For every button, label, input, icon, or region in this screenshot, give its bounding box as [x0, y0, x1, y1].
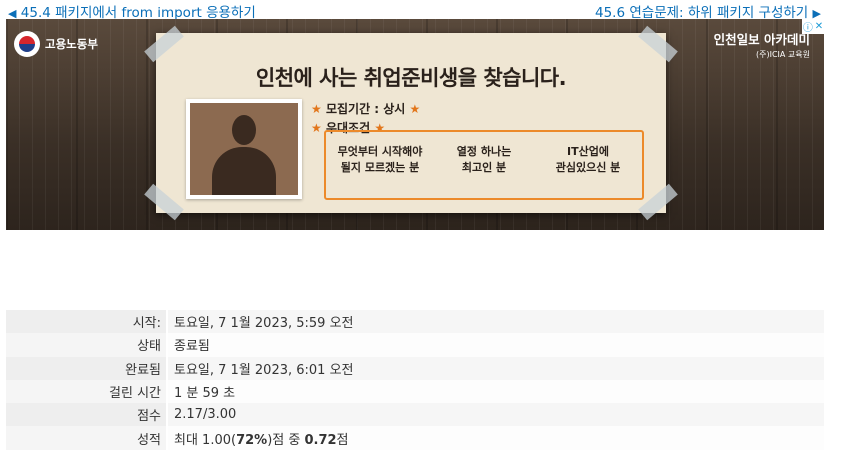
- grade-suffix: 점: [336, 432, 349, 448]
- summary-value: 토요일, 7 1월 2023, 5:59 오전: [167, 310, 824, 334]
- academy-name: 인천일보 아카데미: [713, 32, 810, 47]
- ad-headline: 인천에 사는 취업준비생을 찾습니다.: [255, 66, 567, 90]
- preference-line: 열정 하나는: [456, 145, 512, 158]
- summary-row-started: 시작: 토요일, 7 1월 2023, 5:59 오전: [6, 310, 824, 334]
- prev-chapter-link[interactable]: ◀ 45.4 패키지에서 from import 응용하기: [8, 1, 256, 21]
- silhouette-head: [232, 115, 256, 145]
- summary-label: 성적: [6, 426, 168, 450]
- summary-label: 완료됨: [6, 356, 168, 380]
- info-icon[interactable]: ⓘ: [803, 19, 813, 34]
- government-emblem-icon: [14, 31, 40, 57]
- summary-label: 상태: [6, 333, 168, 357]
- ministry-name: 고용노동부: [45, 37, 98, 51]
- grade-score: 0.72: [304, 432, 337, 448]
- summary-row-completed: 완료됨 토요일, 7 1월 2023, 6:01 오전: [6, 356, 824, 380]
- preference-line: 될지 모르겠는 분: [340, 161, 420, 174]
- preference-item: 열정 하나는 최고인 분: [434, 144, 534, 176]
- preference-line: 관심있으신 분: [555, 161, 621, 174]
- notice-paper: 인천에 사는 취업준비생을 찾습니다. ★ 모집기간 : 상시 ★ ★ 우대조건…: [144, 25, 678, 221]
- summary-value: 2.17/3.00: [167, 403, 824, 427]
- tape-decoration: [638, 25, 678, 63]
- summary-row-marks: 점수 2.17/3.00: [6, 403, 824, 427]
- grade-percent: 72%: [236, 432, 268, 448]
- recruit-period: ★ 모집기간 : 상시 ★: [311, 100, 420, 117]
- tape-decoration: [144, 183, 184, 221]
- silhouette-body: [212, 147, 276, 195]
- summary-row-time-taken: 걸린 시간 1 분 59 초: [6, 379, 824, 404]
- close-icon[interactable]: ✕: [815, 21, 823, 32]
- grade-middle: )점 중: [267, 432, 305, 448]
- tape-decoration: [638, 183, 678, 221]
- silhouette-photo: [186, 99, 302, 199]
- summary-value: 종료됨: [167, 333, 824, 357]
- academy-subname: (주)ICIA 교육원: [755, 50, 810, 59]
- academy-logo: 인천일보 아카데미 (주)ICIA 교육원: [714, 29, 810, 60]
- adchoices-button[interactable]: ⓘ ✕: [802, 19, 824, 34]
- preference-item: 무엇부터 시작해야 될지 모르겠는 분: [330, 144, 430, 176]
- summary-label: 점수: [6, 403, 168, 427]
- advertisement-banner[interactable]: 고용노동부 인천일보 아카데미 (주)ICIA 교육원 ⓘ ✕ 인천에 사는 취…: [6, 19, 824, 230]
- tape-decoration: [144, 25, 184, 63]
- preference-line: IT산업에: [567, 145, 609, 158]
- summary-label: 걸린 시간: [6, 379, 168, 404]
- summary-value: 1 분 59 초: [167, 379, 824, 404]
- summary-value: 토요일, 7 1월 2023, 6:01 오전: [167, 356, 824, 380]
- summary-row-grade: 성적 최대 1.00(72%)점 중 0.72점: [6, 426, 824, 450]
- preference-line: 무엇부터 시작해야: [337, 145, 423, 158]
- summary-value: 최대 1.00(72%)점 중 0.72점: [167, 426, 824, 450]
- quiz-summary-table: 시작: 토요일, 7 1월 2023, 5:59 오전 상태 종료됨 완료됨 토…: [6, 310, 824, 450]
- star-icon: ★: [311, 102, 322, 116]
- preference-box: 무엇부터 시작해야 될지 모르겠는 분 열정 하나는 최고인 분 IT산업에 관…: [324, 130, 644, 200]
- preference-line: 최고인 분: [461, 161, 507, 174]
- preference-item: IT산업에 관심있으신 분: [538, 144, 638, 176]
- summary-row-state: 상태 종료됨: [6, 333, 824, 357]
- summary-label: 시작:: [6, 310, 168, 334]
- star-icon: ★: [409, 102, 421, 116]
- recruit-period-label: 모집기간 : 상시: [325, 102, 406, 116]
- ministry-logo: 고용노동부: [14, 31, 98, 57]
- grade-prefix: 최대 1.00(: [174, 432, 237, 448]
- star-icon: ★: [311, 121, 322, 135]
- next-chapter-link[interactable]: 45.6 연습문제: 하위 패키지 구성하기 ▶: [595, 1, 821, 21]
